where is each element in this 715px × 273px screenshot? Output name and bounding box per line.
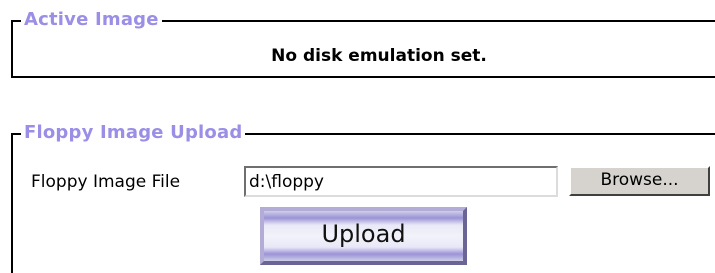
browse-button[interactable]: Browse... bbox=[569, 166, 710, 196]
floppy-image-file-label: Floppy Image File bbox=[31, 172, 181, 192]
active-image-group: Active Image No disk emulation set. bbox=[11, 9, 715, 78]
floppy-upload-group: Floppy Image Upload Floppy Image File Br… bbox=[11, 122, 715, 273]
disk-emulation-status: No disk emulation set. bbox=[271, 46, 487, 66]
active-image-legend: Active Image bbox=[21, 9, 162, 31]
upload-button[interactable]: Upload bbox=[260, 207, 467, 265]
floppy-image-file-input[interactable] bbox=[244, 166, 558, 197]
floppy-upload-legend: Floppy Image Upload bbox=[21, 122, 246, 144]
